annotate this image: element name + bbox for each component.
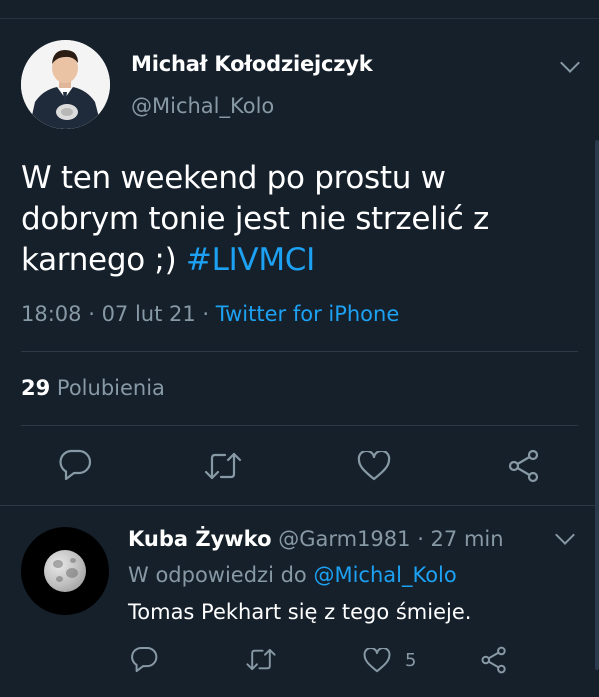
author-handle[interactable]: @Michal_Kolo bbox=[131, 94, 274, 118]
hashtag-link[interactable]: #LIVMCI bbox=[186, 242, 315, 278]
reply-author-handle[interactable]: @Garm1981 bbox=[278, 527, 410, 551]
divider bbox=[21, 351, 578, 352]
moon-image bbox=[44, 550, 86, 592]
likes-count: 29 bbox=[21, 376, 51, 400]
chevron-down-icon[interactable] bbox=[555, 525, 575, 545]
reply-to-mention[interactable]: @Michal_Kolo bbox=[313, 563, 456, 587]
retweet-icon[interactable] bbox=[203, 451, 243, 485]
tweet-date: 07 lut 21 bbox=[101, 302, 196, 326]
likes-summary[interactable]: 29 Polubienia bbox=[21, 376, 165, 400]
reply-icon[interactable] bbox=[130, 646, 158, 677]
reply-to-prefix: W odpowiedzi do bbox=[128, 563, 307, 587]
reply-context: W odpowiedzi do @Michal_Kolo bbox=[128, 563, 457, 587]
divider bbox=[21, 425, 578, 426]
reply-like-count: 5 bbox=[405, 650, 417, 671]
reply-header: Kuba Żywko @Garm1981 · 27 min bbox=[128, 527, 504, 551]
likes-label: Polubienia bbox=[56, 376, 165, 400]
author-name[interactable]: Michał Kołodziejczyk bbox=[131, 52, 373, 76]
tweet-source-link[interactable]: Twitter for iPhone bbox=[216, 302, 400, 326]
like-icon[interactable] bbox=[363, 647, 391, 677]
tweet-text: W ten weekend po prostu w dobrym tonie j… bbox=[21, 158, 566, 281]
reply-text: Tomas Pekhart się z tego śmieje. bbox=[128, 600, 472, 624]
author-avatar[interactable] bbox=[21, 40, 110, 129]
reply-divider bbox=[0, 505, 599, 506]
tweet-meta: 18:08 · 07 lut 21 · Twitter for iPhone bbox=[21, 302, 400, 326]
reply-time: 27 min bbox=[430, 527, 504, 551]
like-icon[interactable] bbox=[357, 449, 391, 485]
tweet-time: 18:08 bbox=[21, 302, 82, 326]
retweet-icon[interactable] bbox=[245, 647, 277, 676]
share-icon[interactable] bbox=[480, 646, 508, 678]
share-icon[interactable] bbox=[507, 449, 541, 487]
top-divider bbox=[0, 18, 599, 19]
reply-author-name[interactable]: Kuba Żywko bbox=[128, 527, 272, 551]
chevron-down-icon[interactable] bbox=[560, 53, 580, 73]
reply-icon[interactable] bbox=[58, 449, 92, 485]
reply-avatar[interactable] bbox=[21, 527, 109, 615]
scrollbar[interactable] bbox=[595, 140, 599, 670]
